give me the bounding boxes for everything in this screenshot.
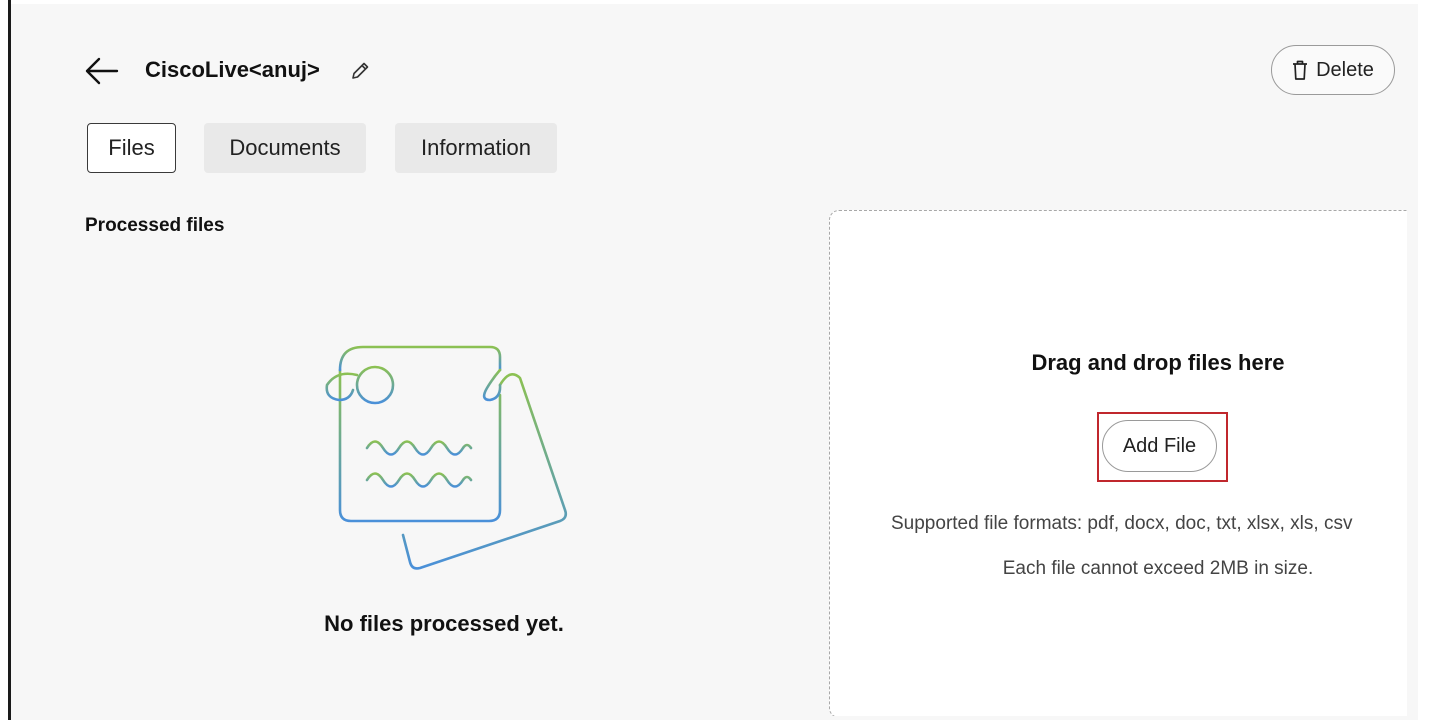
add-file-button[interactable]: Add File	[1102, 420, 1217, 472]
file-size-note: Each file cannot exceed 2MB in size.	[1002, 558, 1314, 579]
supported-formats-text: Supported file formats: pdf, docx, doc, …	[891, 513, 1353, 534]
dropzone-title: Drag and drop files here	[1031, 350, 1285, 375]
